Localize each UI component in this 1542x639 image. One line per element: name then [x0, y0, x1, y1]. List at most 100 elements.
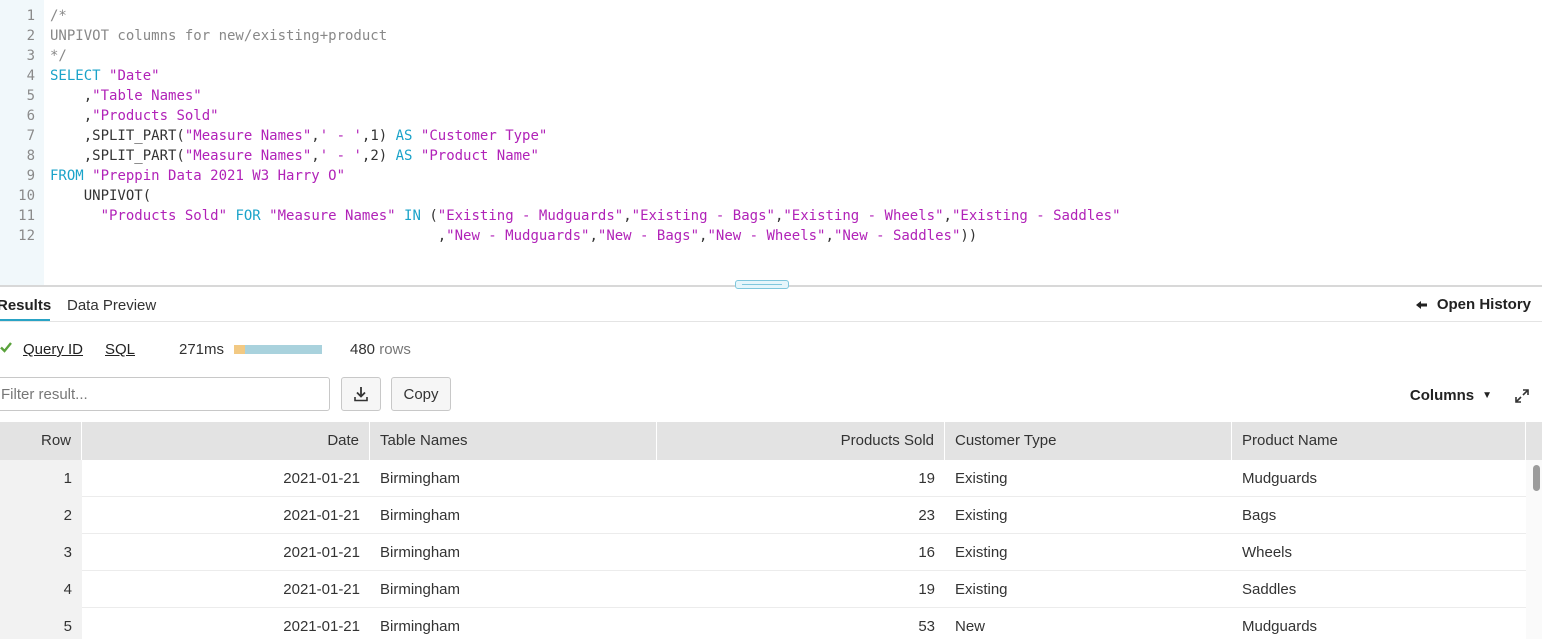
expand-icon[interactable] — [1514, 388, 1530, 404]
code-token: "Table Names" — [92, 88, 202, 104]
code-token: , — [589, 228, 598, 244]
code-token: , — [943, 208, 952, 224]
row-number-cell: 1 — [0, 460, 82, 497]
columns-label: Columns — [1409, 387, 1475, 404]
code-text: SELECT "Date" — [50, 66, 160, 86]
vertical-scrollbar[interactable] — [1526, 460, 1542, 639]
code-token: "Existing - Wheels" — [783, 208, 944, 224]
line-number: 11 — [18, 208, 35, 224]
code-text: UNPIVOT columns for new/existing+product — [50, 26, 387, 46]
product-name-cell: Wheels — [1242, 544, 1293, 561]
code-token: "Products Sold" — [100, 208, 228, 224]
date-cell: 2021-01-21 — [283, 470, 360, 487]
code-token: "New - Bags" — [597, 228, 700, 244]
line-number: 12 — [18, 228, 35, 244]
code-token: ( — [429, 208, 438, 224]
column-header-products-sold[interactable]: Products Sold — [657, 422, 945, 460]
code-token: ' - ' — [319, 128, 362, 144]
code-token: FROM — [50, 168, 93, 184]
code-token: UNPIVOT columns for new/existing+product — [50, 28, 388, 44]
column-header-row[interactable]: Row — [0, 422, 82, 460]
code-text: ,SPLIT_PART("Measure Names",' - ',1) AS … — [50, 126, 548, 146]
line-number: 5 — [26, 88, 35, 104]
row-number-cell: 3 — [0, 534, 82, 571]
table-row[interactable]: 5 2021-01-21 Birmingham 53 New Mudguards — [0, 608, 1526, 639]
code-token: , — [50, 228, 447, 244]
customer-type-cell: Existing — [955, 507, 1008, 524]
query-status-bar: Query ID SQL 271ms 480 rows — [0, 338, 600, 362]
code-token: "Existing - Saddles" — [951, 208, 1121, 224]
line-number: 6 — [26, 108, 35, 124]
column-header-table-names[interactable]: Table Names — [370, 422, 657, 460]
table-row[interactable]: 1 2021-01-21 Birmingham 19 Existing Mudg… — [0, 460, 1526, 497]
code-token: UNPIVOT( — [50, 188, 152, 204]
table-row[interactable]: 4 2021-01-21 Birmingham 19 Existing Sadd… — [0, 571, 1526, 608]
columns-dropdown[interactable]: Columns ▼ — [1410, 387, 1492, 404]
code-token: AS — [395, 148, 421, 164]
results-tab-bar: Results Data Preview Open History — [0, 287, 1542, 322]
table-names-cell: Birmingham — [380, 507, 461, 524]
code-token: "Measure Names" — [269, 208, 396, 224]
line-number: 10 — [18, 188, 35, 204]
product-name-cell: Saddles — [1242, 581, 1297, 598]
product-name-cell: Mudguards — [1242, 618, 1318, 635]
date-cell: 2021-01-21 — [283, 544, 360, 561]
code-token: , — [50, 88, 93, 104]
copy-button[interactable]: Copy — [391, 377, 451, 411]
rows-label: rows — [379, 341, 411, 358]
line-number: 8 — [26, 148, 35, 164]
customer-type-cell: Existing — [955, 470, 1008, 487]
code-token: , — [311, 128, 320, 144]
column-header-product-name[interactable]: Product Name — [1232, 422, 1526, 460]
table-header: Row Date Table Names Products Sold Custo… — [0, 422, 1542, 460]
caret-down-icon: ▼ — [1482, 390, 1492, 401]
code-token: , — [50, 108, 93, 124]
query-timing-bar[interactable] — [234, 345, 322, 354]
code-token: AS — [395, 128, 421, 144]
table-names-cell: Birmingham — [380, 544, 461, 561]
code-token: */ — [50, 48, 67, 64]
scrollbar-thumb[interactable] — [1533, 465, 1540, 491]
row-number-cell: 4 — [0, 571, 82, 608]
table-row[interactable]: 3 2021-01-21 Birmingham 16 Existing Whee… — [0, 534, 1526, 571]
code-token: )) — [960, 228, 978, 244]
code-token: , — [825, 228, 834, 244]
product-name-cell: Bags — [1242, 507, 1277, 524]
table-names-cell: Birmingham — [380, 618, 461, 635]
sql-editor[interactable]: 1 /* 2 UNPIVOT columns for new/existing+pro… — [0, 0, 1542, 285]
open-history-button[interactable]: Open History — [1415, 296, 1531, 313]
filter-result-input[interactable] — [0, 377, 330, 411]
code-token: ,SPLIT_PART( — [50, 148, 185, 164]
code-token: ,SPLIT_PART( — [50, 128, 185, 144]
download-icon — [354, 387, 368, 402]
query-id-link[interactable]: Query ID — [23, 341, 83, 358]
code-text: UNPIVOT( — [50, 186, 151, 206]
code-token: ,2) — [361, 148, 396, 164]
download-button[interactable] — [341, 377, 381, 411]
code-text: FROM "Preppin Data 2021 W3 Harry O" — [50, 166, 345, 186]
table-names-cell: Birmingham — [380, 470, 461, 487]
products-sold-cell: 19 — [918, 470, 935, 487]
line-number: 1 — [26, 8, 35, 24]
query-duration: 271ms — [179, 341, 225, 358]
code-text: ,"Products Sold" — [50, 106, 219, 126]
column-header-date[interactable]: Date — [82, 422, 370, 460]
code-text: /* — [50, 6, 67, 26]
code-token: "Measure Names" — [184, 128, 312, 144]
column-header-customer-type[interactable]: Customer Type — [945, 422, 1232, 460]
table-row[interactable]: 2 2021-01-21 Birmingham 23 Existing Bags — [0, 497, 1526, 534]
code-token: "Existing - Mudguards" — [437, 208, 624, 224]
arrow-left-icon — [1415, 300, 1427, 309]
tab-results[interactable]: Results — [0, 297, 51, 314]
code-token: FOR — [227, 208, 270, 224]
code-token: "Measure Names" — [184, 148, 312, 164]
sql-link[interactable]: SQL — [105, 341, 135, 358]
line-number: 9 — [26, 168, 35, 184]
check-icon — [0, 342, 12, 353]
code-text: ,SPLIT_PART("Measure Names",' - ',2) AS … — [50, 146, 539, 166]
code-text: ,"Table Names" — [50, 86, 202, 106]
code-token: "Date" — [109, 68, 160, 84]
tab-data-preview[interactable]: Data Preview — [67, 297, 156, 314]
row-number-cell: 5 — [0, 608, 82, 639]
